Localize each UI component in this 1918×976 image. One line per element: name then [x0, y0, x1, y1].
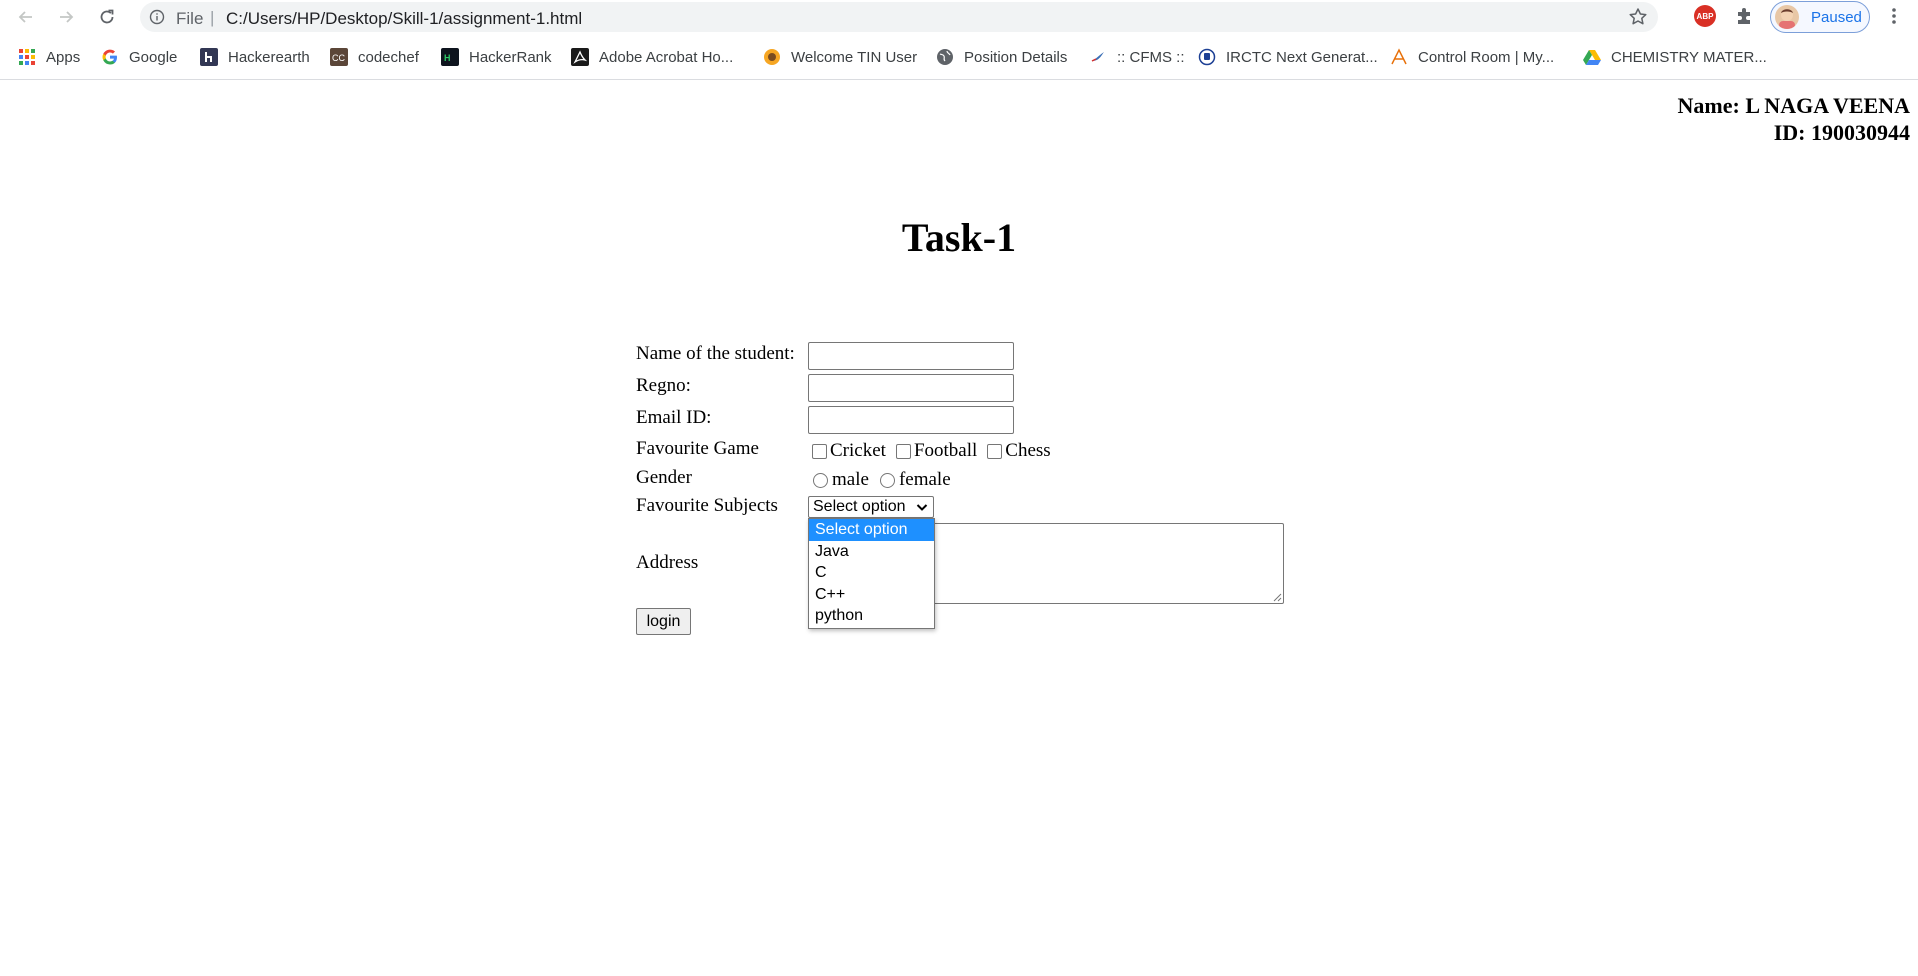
reload-button[interactable] [93, 3, 121, 31]
bookmark-position-details[interactable]: Position Details [936, 46, 1067, 68]
subject-option[interactable]: C [809, 562, 934, 584]
bookmark-apps[interactable]: Apps [18, 46, 80, 68]
bookmarks-bar: Apps Google Hackerearth CC codechef H Ha… [0, 42, 1918, 72]
regno-input[interactable] [808, 374, 1014, 402]
chevron-down-icon [916, 504, 928, 511]
bookmark-chemistry[interactable]: CHEMISTRY MATER... [1583, 46, 1767, 68]
cricket-checkbox[interactable] [812, 443, 827, 459]
arrow-right-icon [60, 11, 74, 23]
name-label: Name of the student: [636, 343, 795, 364]
subjects-dropdown-list: Select option Java C C++ python [808, 518, 935, 629]
bookmark-label: HackerRank [469, 48, 552, 66]
football-label: Football [913, 440, 978, 461]
identity-id: ID: 190030944 [1773, 120, 1910, 145]
subjects-select[interactable]: Select option [808, 496, 934, 518]
bookmark-label: IRCTC Next Generat... [1226, 48, 1378, 66]
bookmark-hackerearth[interactable]: Hackerearth [200, 46, 310, 68]
address-label: Address [636, 552, 699, 573]
bookmark-label: codechef [358, 48, 419, 66]
subject-option[interactable]: Java [809, 541, 934, 563]
apps-grid-icon [18, 48, 36, 66]
irctc-icon [1198, 48, 1216, 66]
male-radio[interactable] [813, 472, 828, 488]
reload-icon [100, 9, 114, 24]
bookmark-label: Position Details [964, 48, 1068, 66]
google-icon [101, 48, 119, 66]
svg-text:H: H [444, 53, 451, 63]
bookmark-label: Hackerearth [228, 48, 310, 66]
bookmark-hackerrank[interactable]: H HackerRank [441, 46, 552, 68]
page-title: Task-1 [901, 215, 1017, 260]
female-label: female [898, 469, 951, 490]
gender-label: Gender [636, 467, 692, 488]
game-checkbox-group: Cricket Football Chess [812, 440, 1051, 462]
bookmark-label: Control Room | My... [1418, 48, 1555, 66]
bookmark-control-room[interactable]: Control Room | My... [1390, 46, 1554, 68]
female-radio[interactable] [879, 472, 895, 488]
bookmark-google[interactable]: Google [101, 46, 177, 68]
football-checkbox[interactable] [895, 443, 911, 459]
puzzle-extensions-icon[interactable] [1734, 5, 1756, 27]
arrow-left-icon [18, 11, 32, 23]
gender-radio-group: male female [813, 469, 951, 491]
login-button[interactable]: login [636, 608, 691, 635]
url-separator: | [210, 8, 215, 27]
resize-grip-icon[interactable] [1272, 592, 1282, 602]
profile-status-label: Paused [1811, 9, 1862, 26]
bookmark-star-icon[interactable] [1628, 7, 1648, 27]
bookmark-cfms[interactable]: :: CFMS :: [1089, 46, 1185, 68]
avatar [1775, 5, 1799, 29]
subject-option[interactable]: python [809, 605, 934, 627]
kebab-menu-icon[interactable] [1884, 5, 1904, 27]
url-text[interactable]: C:/Users/HP/Desktop/Skill-1/assignment-1… [226, 9, 582, 29]
globe-icon [936, 48, 954, 66]
bookmark-adobe-acrobat[interactable]: Adobe Acrobat Ho... [571, 46, 733, 68]
bookmark-irctc[interactable]: IRCTC Next Generat... [1198, 46, 1378, 68]
student-name-input[interactable] [808, 342, 1014, 370]
game-label: Favourite Game [636, 438, 759, 459]
bookmark-label: :: CFMS :: [1117, 48, 1185, 66]
hackerrank-icon: H [441, 48, 459, 66]
subjects-selected-value: Select option [813, 498, 906, 515]
subject-option[interactable]: C++ [809, 584, 934, 606]
bookmark-label: CHEMISTRY MATER... [1611, 48, 1767, 66]
subjects-label: Favourite Subjects [636, 495, 778, 516]
male-label: male [832, 469, 869, 490]
email-input[interactable] [808, 406, 1014, 434]
svg-text:CC: CC [332, 53, 345, 63]
subject-option[interactable]: Select option [809, 519, 934, 541]
forward-button[interactable] [52, 3, 80, 31]
control-room-icon [1390, 48, 1408, 66]
info-icon[interactable] [149, 9, 165, 25]
identity-name: Name: L NAGA VEENA [1677, 93, 1910, 118]
chess-checkbox[interactable] [987, 443, 1003, 459]
page-content: Name: L NAGA VEENA ID: 190030944 Task-1 … [0, 80, 1918, 976]
adblock-extension-icon[interactable]: ABP [1694, 5, 1716, 27]
bookmark-label: Apps [46, 48, 81, 66]
url-scheme: File [176, 9, 204, 28]
back-button[interactable] [12, 3, 40, 31]
profile-button[interactable]: Paused [1770, 1, 1870, 33]
bookmark-codechef[interactable]: CC codechef [330, 46, 419, 68]
email-label: Email ID: [636, 407, 712, 428]
cfms-icon [1089, 48, 1107, 66]
bookmark-label: Adobe Acrobat Ho... [599, 48, 734, 66]
student-identity: Name: L NAGA VEENA ID: 190030944 [1678, 92, 1910, 146]
address-bar[interactable]: File | C:/Users/HP/Desktop/Skill-1/assig… [140, 2, 1658, 32]
codechef-icon: CC [330, 48, 348, 66]
browser-toolbar: File | C:/Users/HP/Desktop/Skill-1/assig… [0, 0, 1918, 34]
chess-label: Chess [1005, 440, 1051, 461]
drive-icon [1583, 48, 1601, 66]
cricket-label: Cricket [830, 440, 886, 461]
regno-label: Regno: [636, 375, 691, 396]
tin-icon [763, 48, 781, 66]
acrobat-icon [571, 48, 589, 66]
bookmark-label: Google [129, 48, 178, 66]
bookmark-label: Welcome TIN User [791, 48, 918, 66]
hackerearth-icon [200, 48, 218, 66]
bookmark-welcome-tin[interactable]: Welcome TIN User [763, 46, 917, 68]
